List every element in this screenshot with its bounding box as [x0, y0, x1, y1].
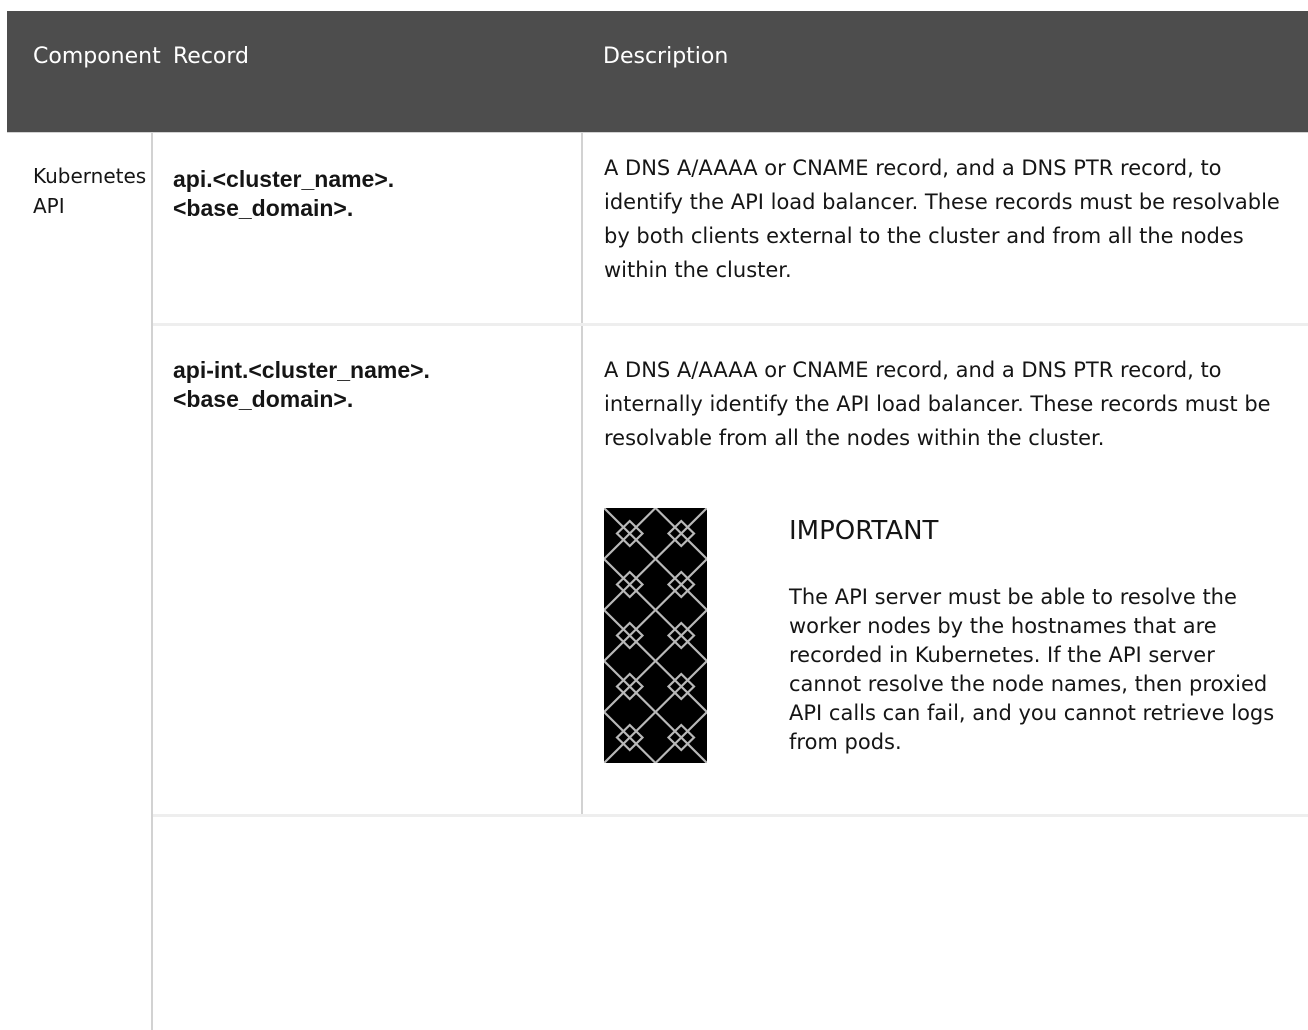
- cell-component: Kubernetes API: [33, 164, 147, 218]
- column-divider-record: [581, 133, 583, 816]
- admonition-text: The API server must be able to resolve t…: [789, 585, 1275, 754]
- row-divider-1: [153, 323, 1308, 326]
- description-api-int: A DNS A/AAAA or CNAME record, and a DNS …: [604, 358, 1271, 450]
- important-pattern-icon: [604, 508, 707, 763]
- row-divider-2: [153, 814, 1308, 817]
- header-component: Component: [33, 44, 161, 69]
- column-divider-component: [151, 133, 153, 1030]
- record-api: api.<cluster_name>.<base_domain>.: [173, 166, 395, 221]
- table-header: Component Record Description: [7, 11, 1308, 132]
- dns-records-table: Component Record Description Kubernetes …: [7, 11, 1308, 1030]
- header-divider: [7, 132, 1308, 133]
- description-api: A DNS A/AAAA or CNAME record, and a DNS …: [604, 156, 1280, 282]
- admonition-title: IMPORTANT: [789, 516, 939, 546]
- record-api-int: api-int.<cluster_name>.<base_domain>.: [173, 357, 430, 412]
- header-description: Description: [603, 44, 729, 69]
- diamond-lattice-icon: [604, 508, 707, 763]
- header-record: Record: [173, 44, 250, 69]
